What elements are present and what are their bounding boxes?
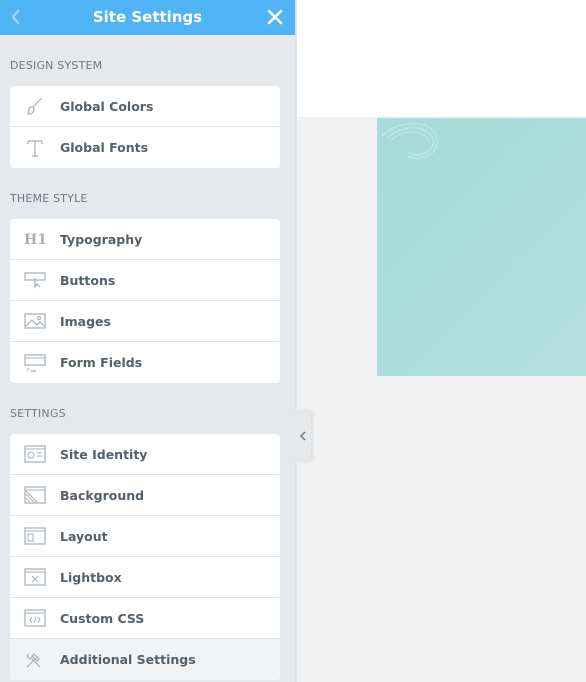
svg-text:H1: H1	[24, 232, 46, 247]
menu-item-layout[interactable]: Layout	[10, 516, 280, 557]
menu-item-additional-settings[interactable]: Additional Settings	[10, 639, 280, 680]
button-icon	[10, 271, 60, 289]
tools-icon	[10, 651, 60, 669]
section-title-settings: SETTINGS	[10, 407, 66, 420]
menu-item-label: Global Fonts	[60, 140, 149, 155]
menu-item-label: Background	[60, 487, 145, 503]
panel-title: Site Settings	[92, 8, 203, 26]
menu-item-label: Buttons	[60, 272, 116, 288]
menu-item-custom-css[interactable]: Custom CSS	[10, 598, 280, 639]
panel-edge	[295, 0, 297, 682]
chevron-left-icon	[299, 431, 306, 441]
settings-group: Site Identity Background Layout Lightbox…	[10, 434, 280, 680]
section-title-design-system: DESIGN SYSTEM	[10, 59, 103, 72]
menu-item-site-identity[interactable]: Site Identity	[10, 434, 280, 475]
preview-teal-block	[377, 118, 586, 376]
form-fields-icon	[10, 353, 60, 372]
theme-style-group: H1 Typography Buttons Images Form Fields	[10, 219, 280, 383]
menu-item-label: Additional Settings	[60, 652, 196, 667]
menu-item-label: Typography	[60, 231, 143, 247]
menu-item-label: Global Colors	[60, 98, 154, 114]
heading-icon: H1	[10, 231, 60, 247]
menu-item-typography[interactable]: H1 Typography	[10, 219, 280, 260]
menu-item-label: Form Fields	[60, 355, 143, 370]
section-title-theme-style: THEME STYLE	[10, 192, 88, 205]
menu-item-label: Lightbox	[60, 569, 122, 585]
image-icon	[10, 312, 60, 330]
menu-item-background[interactable]: Background	[10, 475, 280, 516]
menu-item-label: Images	[60, 313, 111, 329]
preview-white-area	[297, 0, 586, 117]
collapse-panel-button[interactable]	[295, 410, 311, 462]
menu-item-label: Site Identity	[60, 446, 148, 462]
close-button[interactable]	[265, 7, 285, 27]
brush-icon	[10, 96, 60, 116]
layout-icon	[10, 527, 60, 545]
type-icon	[10, 138, 60, 158]
menu-item-buttons[interactable]: Buttons	[10, 260, 280, 301]
menu-item-label: Custom CSS	[60, 610, 145, 626]
panel-header: Site Settings	[0, 0, 295, 35]
menu-item-global-fonts[interactable]: Global Fonts	[10, 127, 280, 168]
menu-item-global-colors[interactable]: Global Colors	[10, 86, 280, 127]
menu-item-form-fields[interactable]: Form Fields	[10, 342, 280, 383]
lightbox-icon	[10, 568, 60, 586]
site-settings-panel: Site Settings DESIGN SYSTEM Global Color…	[0, 0, 295, 682]
code-icon	[10, 609, 60, 627]
decorative-swirl	[381, 123, 438, 159]
background-icon	[10, 486, 60, 504]
menu-item-label: Layout	[60, 528, 108, 544]
menu-item-images[interactable]: Images	[10, 301, 280, 342]
close-icon	[267, 9, 283, 25]
menu-item-lightbox[interactable]: Lightbox	[10, 557, 280, 598]
site-identity-icon	[10, 445, 60, 463]
design-system-group: Global Colors Global Fonts	[10, 86, 280, 168]
